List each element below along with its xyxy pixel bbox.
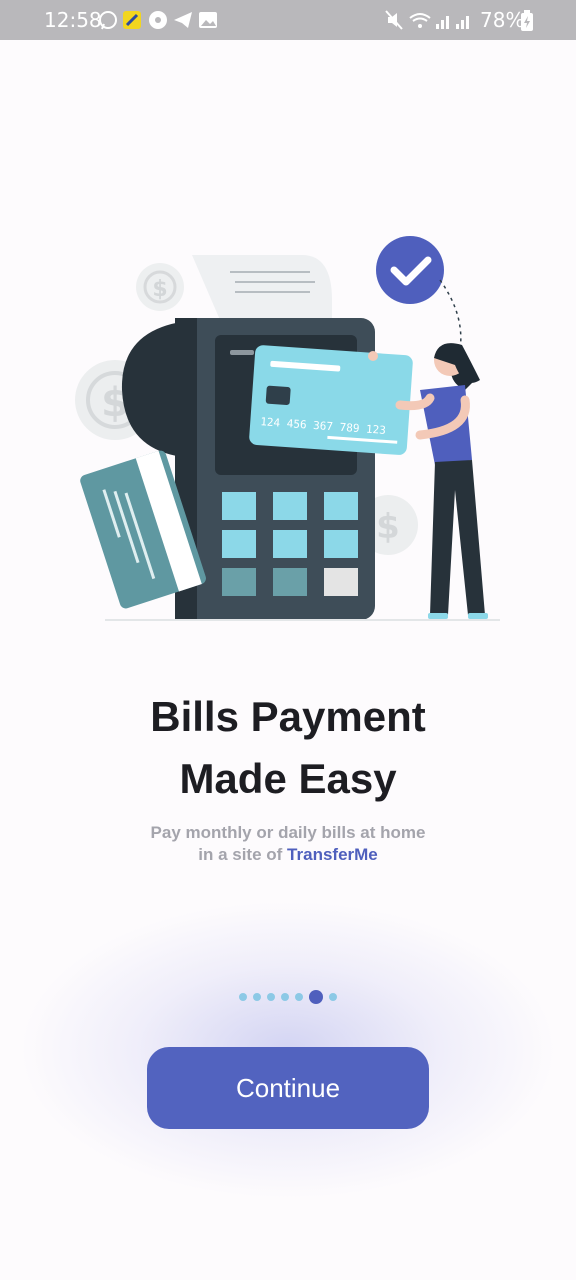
subtitle-line-1: Pay monthly or daily bills at home bbox=[150, 823, 426, 842]
gallery-icon bbox=[199, 12, 217, 28]
notification-icons bbox=[99, 11, 217, 30]
page-dot-3[interactable] bbox=[267, 992, 275, 1001]
subtitle-prefix: in a site of bbox=[198, 845, 288, 864]
onboarding-subtitle: Pay monthly or daily bills at home in a … bbox=[0, 822, 576, 866]
continue-button[interactable]: Continue bbox=[147, 1047, 429, 1129]
page-dot-7[interactable] bbox=[329, 992, 337, 1001]
battery-percentage: 78% bbox=[480, 8, 525, 32]
status-bar: 12:58 78% bbox=[0, 0, 576, 40]
mute-icon bbox=[385, 10, 403, 30]
page-dot-4[interactable] bbox=[281, 992, 289, 1001]
page-dot-1[interactable] bbox=[239, 992, 247, 1001]
page-dot-2[interactable] bbox=[253, 992, 261, 1001]
chrome-icon bbox=[149, 11, 167, 29]
receipt-paper bbox=[192, 255, 332, 320]
system-icons bbox=[385, 10, 469, 30]
signal-icon bbox=[436, 16, 449, 29]
onboarding-title: Bills Payment Made Easy bbox=[0, 686, 576, 810]
svg-text:$: $ bbox=[152, 277, 167, 302]
subtitle-line-2: in a site of TransferMe bbox=[0, 844, 576, 866]
title-line-2: Made Easy bbox=[179, 755, 397, 802]
signal-icon bbox=[456, 16, 469, 29]
page-dot-5[interactable] bbox=[295, 992, 303, 1001]
brand-name: TransferMe bbox=[287, 845, 378, 864]
payment-illustration: $ $ $ 124 456 367 789 123 bbox=[75, 236, 500, 621]
telegram-icon bbox=[174, 12, 192, 28]
check-circle-icon bbox=[376, 236, 444, 304]
svg-text:$: $ bbox=[376, 507, 400, 547]
page-indicator bbox=[0, 988, 576, 1004]
app-icon bbox=[123, 11, 141, 29]
whatsapp-icon bbox=[99, 11, 117, 30]
credit-card-icon: 124 456 367 789 123 bbox=[249, 345, 413, 455]
title-line-1: Bills Payment bbox=[150, 693, 426, 740]
coin-icon: $ bbox=[136, 263, 184, 311]
battery-charging-icon bbox=[521, 10, 533, 31]
wifi-icon bbox=[409, 13, 431, 28]
page-dot-6-active[interactable] bbox=[309, 989, 323, 1004]
status-time: 12:58 bbox=[44, 8, 102, 32]
